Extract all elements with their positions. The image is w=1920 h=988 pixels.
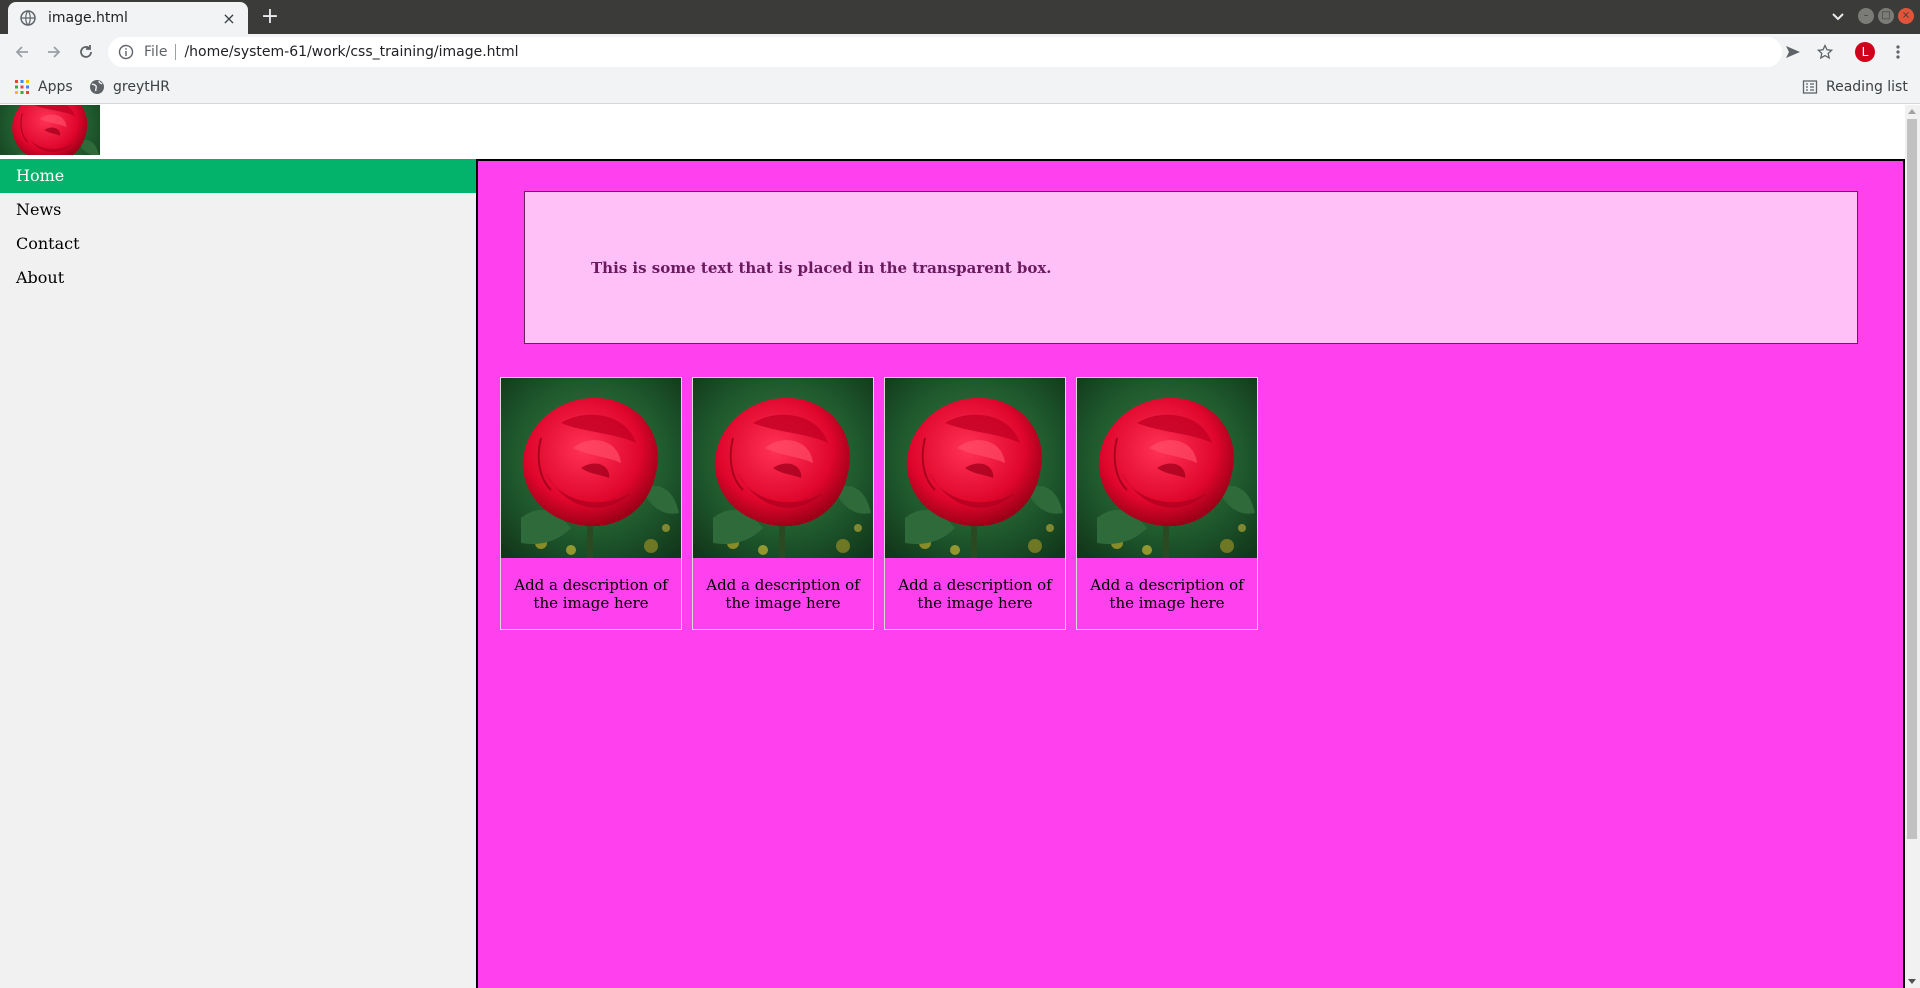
tab-close-button[interactable]: ×	[220, 9, 238, 28]
window-maximize-button[interactable]: □	[1878, 8, 1894, 24]
bookmark-greythr[interactable]: greytHR	[89, 77, 170, 97]
send-icon	[1786, 46, 1800, 58]
more-vertical-icon	[1896, 45, 1900, 59]
new-tab-button[interactable]: +	[258, 6, 282, 28]
transparent-box: This is some text that is placed in the …	[524, 191, 1858, 344]
url-scheme-label: File	[144, 44, 168, 60]
scroll-down-arrow-icon[interactable]	[1908, 979, 1916, 984]
nav-item-about[interactable]: About	[0, 261, 476, 295]
vertical-scrollbar[interactable]	[1905, 105, 1920, 988]
tab-title: image.html	[48, 10, 128, 26]
minimize-icon: –	[1863, 10, 1869, 21]
gallery-description: Add a description of the image here	[1090, 576, 1244, 612]
rose-image[interactable]	[501, 378, 681, 558]
nav-item-home[interactable]: Home	[0, 159, 476, 193]
bookmark-star-button[interactable]	[1815, 42, 1835, 62]
close-icon: ×	[1901, 10, 1911, 21]
globe-icon	[20, 10, 36, 26]
bookmarks-bar: Apps greytHR Reading list	[0, 70, 1920, 104]
url-separator	[175, 44, 177, 60]
scroll-up-arrow-icon[interactable]	[1908, 109, 1916, 114]
logo-rose-image	[0, 105, 100, 155]
bookmark-apps-label: Apps	[38, 79, 73, 95]
gallery-description: Add a description of the image here	[706, 576, 860, 612]
gallery-card: Add a description of the image here	[692, 377, 874, 630]
maximize-icon: □	[1881, 10, 1891, 21]
scrollbar-thumb[interactable]	[1907, 119, 1917, 839]
gallery-description: Add a description of the image here	[514, 576, 668, 612]
browser-tab[interactable]: image.html ×	[8, 2, 248, 34]
gallery-description: Add a description of the image here	[898, 576, 1052, 612]
url-text[interactable]: /home/system-61/work/css_training/image.…	[184, 44, 518, 60]
globe-icon	[89, 79, 105, 95]
reload-icon	[80, 45, 92, 58]
rose-image[interactable]	[1077, 378, 1257, 558]
browser-menu-button[interactable]	[1888, 42, 1908, 62]
browser-toolbar: File /home/system-61/work/css_training/i…	[0, 34, 1920, 70]
reload-button[interactable]	[76, 42, 96, 62]
image-gallery: Add a description of the image here Add …	[500, 377, 1268, 630]
forward-arrow-icon	[48, 46, 61, 58]
bookmark-greythr-label: greytHR	[113, 79, 170, 95]
gallery-card: Add a description of the image here	[884, 377, 1066, 630]
profile-avatar[interactable]: L	[1855, 42, 1875, 62]
tab-search-button[interactable]	[1828, 8, 1848, 26]
star-icon	[1817, 44, 1833, 60]
rose-image[interactable]	[693, 378, 873, 558]
reading-list-button[interactable]: Reading list	[1802, 77, 1908, 97]
gallery-card: Add a description of the image here	[1076, 377, 1258, 630]
address-bar[interactable]: File /home/system-61/work/css_training/i…	[108, 37, 1782, 67]
side-navigation: Home News Contact About	[0, 159, 476, 988]
forward-button[interactable]	[44, 42, 64, 62]
browser-titlebar: image.html × + – □ ×	[0, 0, 1920, 34]
reading-list-label: Reading list	[1826, 79, 1908, 95]
bookmark-apps[interactable]: Apps	[14, 77, 73, 97]
apps-grid-icon	[14, 79, 30, 95]
reading-list-icon	[1802, 79, 1818, 95]
site-info-icon[interactable]	[118, 44, 134, 60]
gallery-card: Add a description of the image here	[500, 377, 682, 630]
back-button[interactable]	[12, 42, 32, 62]
window-close-button[interactable]: ×	[1898, 8, 1914, 24]
send-tab-button[interactable]	[1783, 42, 1803, 62]
nav-item-contact[interactable]: Contact	[0, 227, 476, 261]
window-minimize-button[interactable]: –	[1858, 8, 1874, 24]
page-viewport: Home News Contact About This is some tex…	[0, 105, 1905, 988]
rose-image[interactable]	[885, 378, 1065, 558]
main-content: This is some text that is placed in the …	[476, 159, 1905, 988]
back-arrow-icon	[15, 46, 28, 58]
transparent-box-text: This is some text that is placed in the …	[591, 258, 1052, 277]
nav-item-news[interactable]: News	[0, 193, 476, 227]
